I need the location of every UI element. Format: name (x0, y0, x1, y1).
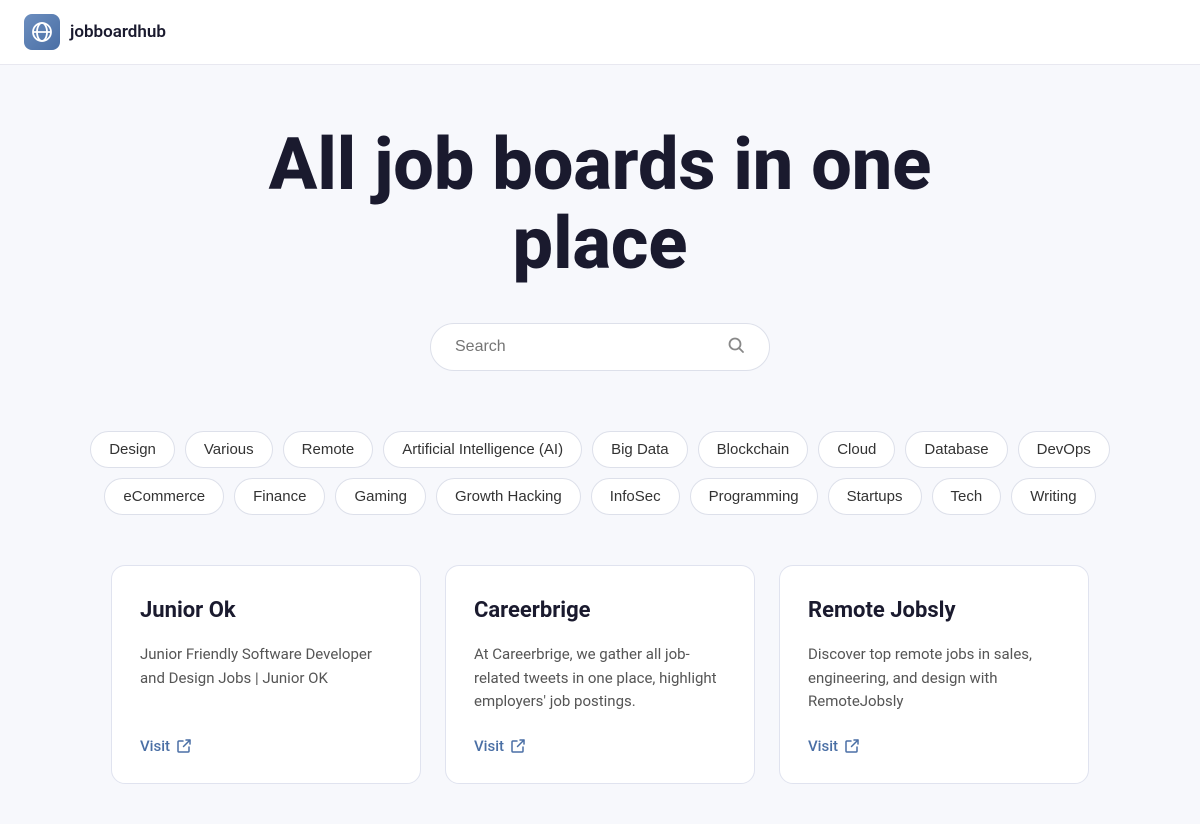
logo-text: jobboardhub (70, 22, 166, 42)
tags-section: Design Various RemoteArtificial Intelligen… (0, 411, 1200, 555)
tag-item[interactable]: Startups (828, 478, 922, 515)
job-board-card: Remote Jobsly Discover top remote jobs i… (779, 565, 1089, 784)
tag-item[interactable]: InfoSec (591, 478, 680, 515)
tag-item[interactable]: Writing (1011, 478, 1095, 515)
job-board-card: Careerbrige At Careerbrige, we gather al… (445, 565, 755, 784)
external-link-icon (844, 738, 860, 754)
header: jobboardhub (0, 0, 1200, 65)
tag-item[interactable]: Blockchain (698, 431, 809, 468)
search-bar[interactable] (430, 323, 770, 371)
card-visit-link[interactable]: Visit (808, 737, 1060, 755)
job-board-card: Junior Ok Junior Friendly Software Devel… (111, 565, 421, 784)
tag-item[interactable]: Growth Hacking (436, 478, 581, 515)
tag-item[interactable]: Gaming (335, 478, 426, 515)
card-title: Careerbrige (474, 598, 726, 623)
card-visit-link[interactable]: Visit (474, 737, 726, 755)
tag-item[interactable]: Finance (234, 478, 325, 515)
hero-title: All job boards in one place (200, 125, 1000, 283)
logo-icon (24, 14, 60, 50)
card-description: At Careerbrige, we gather all job-relate… (474, 643, 726, 713)
cards-section: Junior Ok Junior Friendly Software Devel… (0, 555, 1200, 824)
tag-item[interactable]: Programming (690, 478, 818, 515)
tag-item[interactable]: DevOps (1018, 431, 1110, 468)
tag-item[interactable]: Cloud (818, 431, 895, 468)
card-description: Discover top remote jobs in sales, engin… (808, 643, 1060, 713)
external-link-icon (510, 738, 526, 754)
search-icon (727, 336, 745, 358)
logo-link[interactable]: jobboardhub (24, 14, 166, 50)
visit-label: Visit (474, 737, 504, 755)
tag-item[interactable]: Remote (283, 431, 374, 468)
external-link-icon (176, 738, 192, 754)
card-description: Junior Friendly Software Developer and D… (140, 643, 392, 713)
search-input[interactable] (455, 338, 717, 356)
card-title: Remote Jobsly (808, 598, 1060, 623)
tag-item[interactable]: Design (90, 431, 175, 468)
hero-section: All job boards in one place (0, 65, 1200, 411)
tag-item[interactable]: Big Data (592, 431, 688, 468)
visit-label: Visit (808, 737, 838, 755)
card-visit-link[interactable]: Visit (140, 737, 392, 755)
tag-item[interactable]: Database (905, 431, 1007, 468)
visit-label: Visit (140, 737, 170, 755)
tag-item[interactable]: Tech (932, 478, 1002, 515)
tag-item[interactable]: Artificial Intelligence (AI) (383, 431, 582, 468)
tag-item[interactable]: eCommerce (104, 478, 224, 515)
tag-item[interactable]: Various (185, 431, 273, 468)
card-title: Junior Ok (140, 598, 392, 623)
